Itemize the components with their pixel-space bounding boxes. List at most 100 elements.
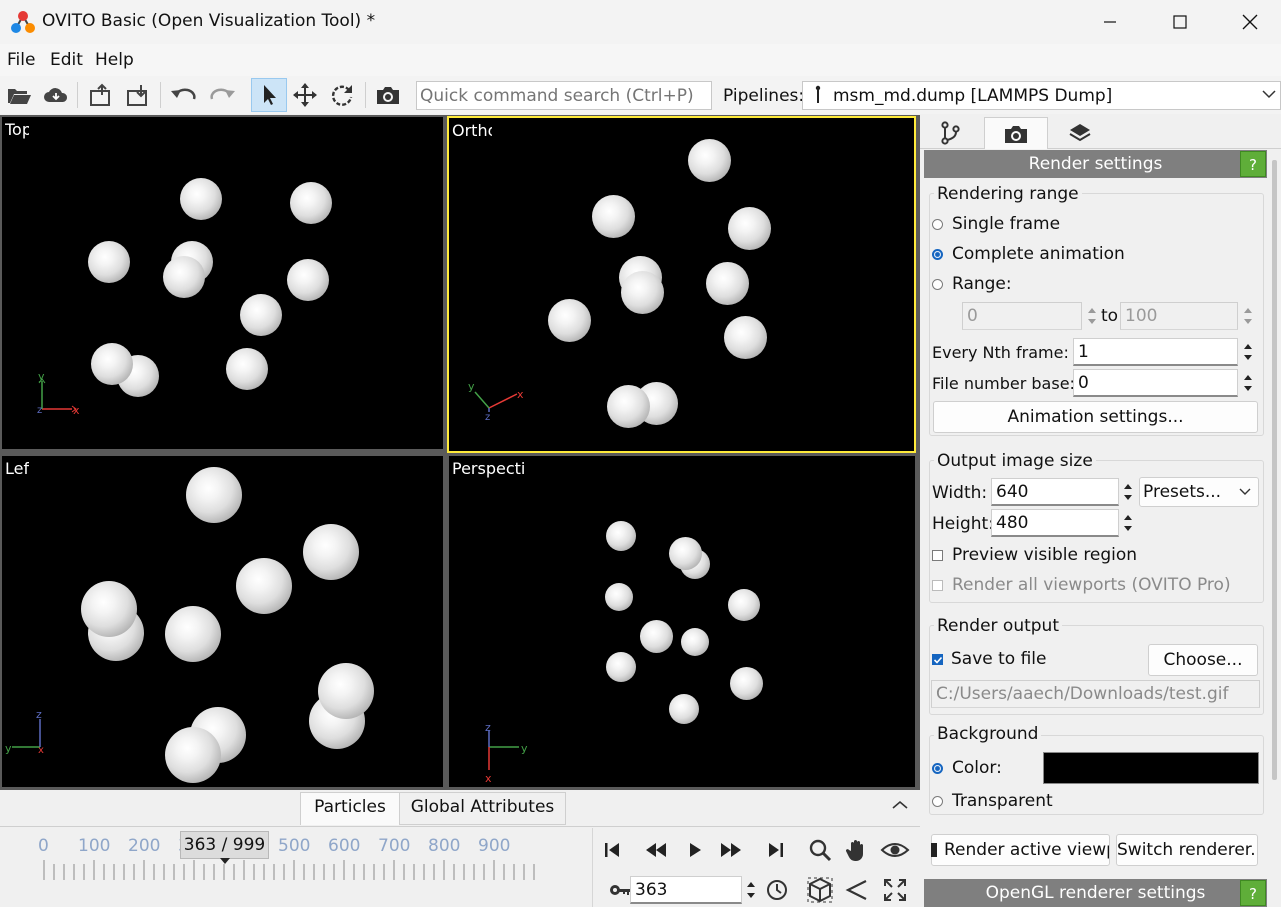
menu-edit[interactable]: Edit — [50, 50, 83, 70]
tab-pipeline[interactable] — [918, 117, 982, 149]
frame-spinner-icon[interactable] — [745, 876, 757, 904]
open-file-button[interactable] — [3, 80, 35, 110]
height-spinner-icon[interactable] — [1122, 509, 1134, 537]
help-button[interactable]: ? — [1240, 151, 1266, 177]
time-slider-thumb[interactable]: 363 / 999 — [180, 831, 269, 859]
help-button[interactable]: ? — [1240, 880, 1266, 906]
cube-icon — [807, 877, 833, 903]
checkmark-icon — [933, 656, 943, 664]
play-button[interactable] — [678, 833, 712, 867]
clock-icon — [767, 880, 787, 900]
current-frame-field[interactable]: 363 — [630, 876, 742, 904]
move-icon — [293, 83, 317, 107]
close-button[interactable] — [1215, 0, 1281, 44]
every-nth-frame-field[interactable]: 1 — [1073, 338, 1238, 366]
transparent-radio[interactable] — [932, 796, 943, 807]
next-frame-button[interactable] — [714, 833, 748, 867]
previous-frame-button[interactable] — [639, 833, 673, 867]
particle — [226, 348, 268, 390]
ovito-logo-icon — [11, 11, 35, 33]
render-active-viewport-label: Render active viewport — [944, 840, 1109, 860]
tab-global-attributes[interactable]: Global Attributes — [400, 792, 566, 825]
complete-animation-radio[interactable] — [932, 249, 943, 260]
redo-button[interactable] — [206, 80, 238, 110]
background-color-swatch[interactable] — [1043, 752, 1259, 784]
folder-open-icon — [8, 89, 31, 104]
menu-bar — [0, 44, 1281, 76]
animation-settings-button[interactable]: Animation settings... — [933, 401, 1258, 433]
pan-button[interactable] — [840, 833, 874, 867]
animation-settings-dialog-button[interactable] — [760, 873, 794, 907]
camera-icon — [377, 87, 399, 104]
range-from-field[interactable]: 0 — [962, 302, 1082, 330]
width-field[interactable]: 640 — [991, 478, 1119, 506]
go-to-end-button[interactable] — [759, 833, 793, 867]
particle — [318, 663, 374, 719]
every-nth-spinner-icon[interactable] — [1242, 338, 1254, 366]
file-base-spinner-icon[interactable] — [1242, 369, 1254, 397]
rotate-mode-button[interactable] — [326, 80, 358, 110]
maximize-button[interactable] — [1145, 0, 1215, 44]
import-button[interactable] — [122, 80, 154, 110]
viewport-left[interactable]: Left y z x — [2, 456, 443, 787]
menu-help[interactable]: Help — [95, 50, 134, 70]
range-radio[interactable] — [932, 279, 943, 290]
go-to-start-button[interactable] — [595, 833, 629, 867]
chevron-up-icon[interactable] — [892, 800, 908, 810]
axis-z-label: z — [36, 708, 42, 721]
fov-button[interactable] — [840, 873, 874, 907]
panel-scrollbar[interactable] — [1272, 160, 1277, 780]
viewport-top[interactable]: Top x y z — [2, 117, 443, 449]
magnifier-icon — [809, 839, 832, 862]
skip-forward-icon — [769, 843, 783, 857]
axis-y-label: y — [5, 742, 12, 755]
switch-renderer-button[interactable]: Switch renderer... — [1116, 834, 1258, 866]
viewport-ortho-active[interactable]: Ortho x y z — [447, 116, 916, 453]
load-remote-button[interactable] — [40, 80, 72, 110]
skip-back-icon — [605, 843, 619, 857]
viewport-label[interactable]: Top — [5, 120, 29, 139]
view-type-button[interactable] — [803, 873, 837, 907]
axis-tripod-icon: x y z — [468, 380, 524, 422]
width-spinner-icon[interactable] — [1122, 478, 1134, 506]
pipeline-selected-value: msm_md.dump [LAMMPS Dump] — [833, 86, 1113, 106]
viewport-label[interactable]: Perspective — [452, 459, 524, 478]
export-button[interactable] — [85, 80, 117, 110]
zoom-all-button[interactable] — [878, 873, 912, 907]
viewport-label[interactable]: Left — [5, 459, 29, 478]
quick-command-search-input[interactable] — [416, 81, 712, 110]
background-color-radio[interactable] — [932, 763, 943, 774]
orbit-button[interactable] — [878, 833, 912, 867]
viewport-perspective[interactable]: Perspective y z x — [449, 456, 915, 787]
single-frame-radio[interactable] — [932, 219, 943, 230]
undo-icon — [171, 88, 196, 100]
axis-x-label: x — [38, 745, 44, 756]
toolbar-separator — [77, 82, 78, 108]
tab-particles[interactable]: Particles — [300, 792, 400, 825]
every-nth-frame-label: Every Nth frame: — [932, 343, 1069, 362]
render-all-viewports-checkbox[interactable] — [932, 580, 943, 591]
range-from-spinner-icon[interactable] — [1086, 302, 1098, 330]
particle — [165, 727, 221, 783]
render-output-title: Render output — [934, 616, 1062, 636]
undo-button[interactable] — [168, 80, 200, 110]
output-path-field[interactable]: C:/Users/aaech/Downloads/test.gif — [931, 680, 1260, 708]
range-to-field[interactable]: 100 — [1120, 302, 1238, 330]
tab-render[interactable] — [984, 117, 1048, 149]
menu-file[interactable]: File — [7, 50, 35, 70]
tab-overlays[interactable] — [1048, 117, 1112, 149]
axis-tripod-icon: x y z — [37, 370, 80, 417]
zoom-button[interactable] — [803, 833, 837, 867]
range-to-spinner-icon[interactable] — [1242, 302, 1254, 330]
render-active-viewport-button[interactable]: Render active viewport — [931, 834, 1110, 866]
viewport-label[interactable]: Ortho — [452, 121, 492, 140]
height-field[interactable]: 480 — [991, 509, 1119, 537]
move-mode-button[interactable] — [289, 80, 321, 110]
file-number-base-field[interactable]: 0 — [1073, 369, 1238, 397]
render-button[interactable] — [372, 80, 404, 110]
particle — [724, 316, 767, 359]
particle — [290, 182, 332, 224]
minimize-button[interactable] — [1075, 0, 1145, 44]
choose-file-button[interactable]: Choose... — [1148, 644, 1258, 676]
preview-visible-region-checkbox[interactable] — [932, 550, 943, 561]
